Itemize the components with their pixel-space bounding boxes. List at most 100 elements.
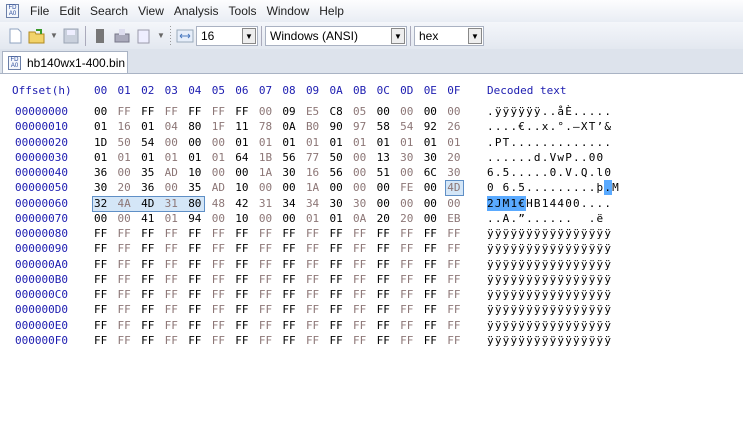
hex-byte[interactable]: 56 (330, 166, 343, 179)
hex-byte[interactable]: 32 (94, 197, 107, 210)
hex-byte[interactable]: FF (353, 242, 366, 255)
hex-byte[interactable]: FF (94, 242, 107, 255)
hex-byte[interactable]: C8 (330, 105, 343, 118)
hex-byte[interactable]: 00 (282, 212, 295, 225)
hex-byte[interactable]: FF (424, 288, 437, 301)
hex-byte[interactable]: FF (377, 288, 390, 301)
hex-byte[interactable]: FF (165, 227, 178, 240)
hex-byte[interactable]: FF (118, 258, 131, 271)
hex-byte[interactable]: FF (259, 303, 272, 316)
hex-byte[interactable]: 4D (447, 181, 460, 194)
hex-byte[interactable]: FF (447, 319, 460, 332)
hex-byte[interactable]: 00 (118, 212, 131, 225)
decoded-text-row[interactable]: ÿÿÿÿÿÿÿÿÿÿÿÿÿÿÿÿ (487, 288, 612, 301)
hex-byte[interactable]: 54 (141, 136, 154, 149)
hex-byte[interactable]: 1A (306, 181, 319, 194)
hex-byte[interactable]: FF (118, 303, 131, 316)
hex-byte[interactable]: 54 (400, 120, 413, 133)
hex-byte[interactable]: 01 (165, 151, 178, 164)
decoded-text-row[interactable]: ÿÿÿÿÿÿÿÿÿÿÿÿÿÿÿÿ (487, 242, 612, 255)
hex-byte[interactable]: 01 (259, 136, 272, 149)
decoded-text-row[interactable]: .ÿÿÿÿÿÿ..åÈ..... (487, 105, 612, 118)
hex-byte[interactable]: FF (141, 105, 154, 118)
hex-byte[interactable]: FF (282, 273, 295, 286)
hex-byte[interactable]: FF (353, 319, 366, 332)
hex-byte[interactable]: FF (353, 303, 366, 316)
hex-byte[interactable]: FF (400, 319, 413, 332)
chevron-down-icon[interactable]: ▼ (468, 27, 482, 44)
hex-byte[interactable]: FF (353, 334, 366, 347)
hex-byte[interactable]: FF (447, 334, 460, 347)
hex-byte[interactable]: 10 (235, 212, 248, 225)
hex-byte[interactable]: FF (330, 303, 343, 316)
hex-byte[interactable]: 13 (377, 151, 390, 164)
hex-byte[interactable]: E5 (306, 105, 319, 118)
hex-byte[interactable]: FF (377, 227, 390, 240)
hex-byte[interactable]: FF (118, 319, 131, 332)
hex-byte[interactable]: 30 (282, 166, 295, 179)
hex-byte[interactable]: 00 (353, 166, 366, 179)
hex-byte[interactable]: FF (188, 242, 201, 255)
hex-byte[interactable]: FF (118, 242, 131, 255)
hex-byte[interactable]: 00 (424, 197, 437, 210)
hex-byte[interactable]: FF (306, 334, 319, 347)
hex-byte[interactable]: 00 (377, 181, 390, 194)
hex-byte[interactable]: FF (259, 334, 272, 347)
hex-byte[interactable]: FF (400, 334, 413, 347)
hex-byte[interactable]: 01 (141, 151, 154, 164)
hex-byte[interactable]: 94 (188, 212, 201, 225)
hex-byte[interactable]: 00 (447, 105, 460, 118)
hex-byte[interactable]: 51 (377, 166, 390, 179)
chevron-down-icon[interactable]: ▼ (242, 27, 256, 44)
hex-byte[interactable]: 31 (165, 197, 178, 210)
decoded-text-row[interactable]: ÿÿÿÿÿÿÿÿÿÿÿÿÿÿÿÿ (487, 303, 612, 316)
hex-byte[interactable]: FF (282, 334, 295, 347)
hex-byte[interactable]: FF (306, 273, 319, 286)
hex-byte[interactable]: FF (424, 334, 437, 347)
hex-byte[interactable]: FF (165, 319, 178, 332)
toolbar-grip[interactable] (170, 25, 171, 46)
hex-byte[interactable]: FF (330, 242, 343, 255)
hex-byte[interactable]: FF (94, 334, 107, 347)
hex-byte[interactable]: FF (165, 258, 178, 271)
hex-byte[interactable]: 01 (306, 136, 319, 149)
hex-byte[interactable]: EB (447, 212, 460, 225)
hex-byte[interactable]: 00 (424, 212, 437, 225)
hex-byte[interactable]: FF (259, 242, 272, 255)
hex-byte[interactable]: FF (165, 242, 178, 255)
hex-byte[interactable]: FF (282, 319, 295, 332)
hex-byte[interactable]: 09 (282, 105, 295, 118)
decoded-text-row[interactable]: 6.5.....0.V.Q.l0 (487, 166, 612, 179)
hex-byte[interactable]: 00 (259, 181, 272, 194)
decoded-text-row[interactable]: ....€..x.°.—XT’& (487, 120, 612, 133)
hex-byte[interactable]: 00 (188, 136, 201, 149)
hex-byte[interactable]: 00 (94, 105, 107, 118)
hex-byte[interactable]: 64 (235, 151, 248, 164)
hex-byte[interactable]: 30 (330, 197, 343, 210)
hex-byte[interactable]: FF (165, 303, 178, 316)
hex-byte[interactable]: 01 (94, 151, 107, 164)
hex-byte[interactable]: 30 (400, 151, 413, 164)
hex-byte[interactable]: FF (306, 319, 319, 332)
hex-byte[interactable]: 00 (424, 181, 437, 194)
hex-byte[interactable]: 01 (212, 151, 225, 164)
hex-byte[interactable]: FF (188, 258, 201, 271)
hex-byte[interactable]: FF (447, 242, 460, 255)
hex-byte[interactable]: 00 (212, 136, 225, 149)
hex-byte[interactable]: 01 (141, 120, 154, 133)
hex-byte[interactable]: FF (306, 242, 319, 255)
hex-byte[interactable]: 00 (118, 166, 131, 179)
decoded-text-row[interactable]: ......d.VwP..00 (487, 151, 612, 164)
hex-byte[interactable]: 30 (94, 181, 107, 194)
hex-byte[interactable]: 50 (330, 151, 343, 164)
hex-byte[interactable]: FF (377, 273, 390, 286)
hex-byte[interactable]: FF (188, 334, 201, 347)
hex-byte[interactable]: FF (377, 242, 390, 255)
hex-byte[interactable]: 20 (447, 151, 460, 164)
hex-byte[interactable]: FF (400, 303, 413, 316)
hex-byte[interactable]: FF (188, 288, 201, 301)
hex-byte[interactable]: FF (330, 273, 343, 286)
hex-byte[interactable]: 30 (447, 166, 460, 179)
menu-window[interactable]: Window (262, 4, 315, 18)
charset-select[interactable]: Windows (ANSI) ▼ (265, 25, 407, 46)
